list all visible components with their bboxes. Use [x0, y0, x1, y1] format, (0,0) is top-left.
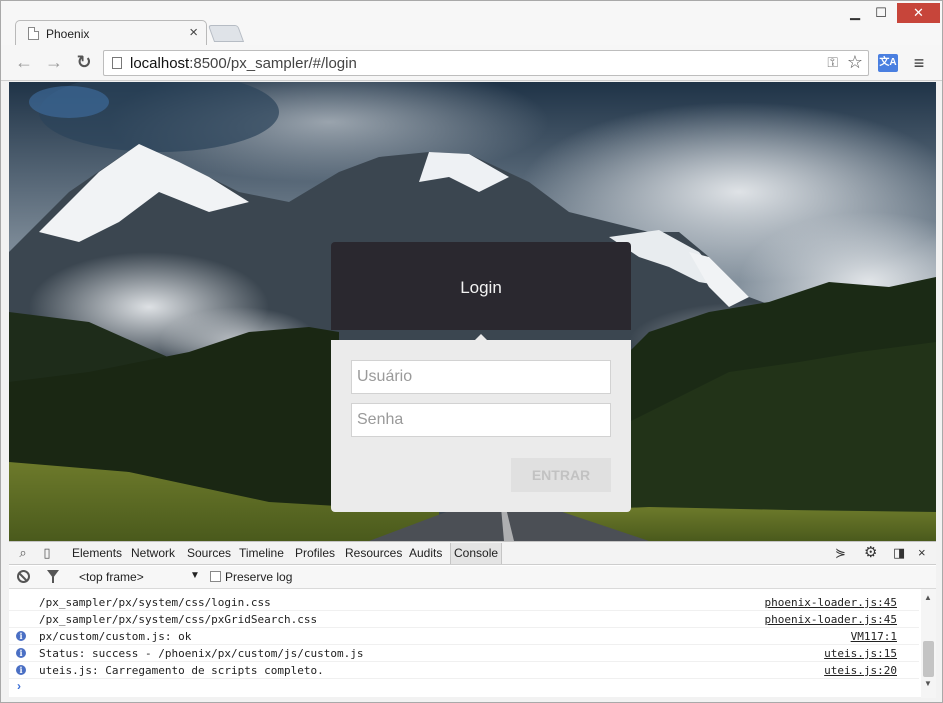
scrollbar-thumb[interactable]: [923, 641, 934, 677]
key-icon[interactable]: ⚿: [827, 54, 838, 71]
console-prompt-icon[interactable]: ›: [17, 679, 21, 693]
close-window-button[interactable]: ✕: [897, 3, 940, 23]
address-bar[interactable]: localhost:8500/px_sampler/#/login ⚿ ☆: [103, 50, 869, 76]
back-arrow-icon[interactable]: ←: [13, 51, 35, 73]
devtools-tab-bar: ⌕ ▯ Elements Network Sources Timeline Pr…: [9, 542, 936, 565]
username-input[interactable]: [351, 360, 611, 394]
dock-side-icon[interactable]: ◨: [893, 545, 905, 561]
close-devtools-icon[interactable]: ×: [918, 545, 926, 560]
url-path: :8500/px_sampler/#/login: [189, 55, 357, 72]
tab-timeline[interactable]: Timeline: [239, 546, 284, 560]
new-tab-button[interactable]: [207, 25, 245, 42]
menu-icon[interactable]: ≡: [909, 53, 929, 73]
title-bar: Phoenix × ▁ ☐ ✕: [1, 1, 942, 46]
url-text: localhost:8500/px_sampler/#/login: [130, 55, 357, 72]
message-source-link[interactable]: phoenix-loader.js:45: [765, 613, 897, 626]
browser-tab[interactable]: Phoenix ×: [15, 20, 207, 46]
maximize-button[interactable]: ☐: [868, 3, 894, 23]
message-source-link[interactable]: uteis.js:15: [824, 647, 897, 660]
scroll-down-arrow-icon[interactable]: ▼: [924, 679, 932, 688]
tab-audits[interactable]: Audits: [409, 546, 442, 560]
preserve-log-checkbox[interactable]: [210, 571, 221, 582]
console-message: /px_sampler/px/system/css/pxGridSearch.c…: [9, 611, 919, 628]
tab-network[interactable]: Network: [131, 546, 175, 560]
browser-toolbar: ← → ↻ localhost:8500/px_sampler/#/login …: [1, 45, 942, 81]
tab-profiles[interactable]: Profiles: [295, 546, 335, 560]
console-message: i Status: success - /phoenix/px/custom/j…: [9, 645, 919, 662]
reload-icon[interactable]: ↻: [73, 51, 95, 73]
minimize-button[interactable]: ▁: [843, 3, 867, 23]
message-source-link[interactable]: phoenix-loader.js:45: [765, 596, 897, 609]
forward-arrow-icon[interactable]: →: [43, 51, 65, 73]
login-title: Login: [460, 278, 502, 297]
tab-close-icon[interactable]: ×: [189, 24, 198, 41]
url-host: localhost: [130, 55, 190, 72]
translate-icon[interactable]: 文A: [878, 54, 898, 72]
message-source-link[interactable]: VM117:1: [851, 630, 897, 643]
console-message: i px/custom/custom.js: ok VM117:1: [9, 628, 919, 645]
console-messages: /px_sampler/px/system/css/login.css phoe…: [9, 589, 919, 698]
info-icon: i: [16, 631, 26, 641]
page-icon: [112, 57, 122, 69]
clear-console-icon[interactable]: [17, 570, 30, 583]
preserve-log-label: Preserve log: [225, 570, 293, 584]
filter-funnel-icon[interactable]: [47, 570, 59, 583]
devtools-panel: ⌕ ▯ Elements Network Sources Timeline Pr…: [9, 541, 936, 698]
dropdown-arrow-icon[interactable]: ▼: [190, 570, 200, 581]
browser-window: Phoenix × ▁ ☐ ✕ ← → ↻ localhost:8500/px_…: [0, 0, 943, 703]
tab-sources[interactable]: Sources: [187, 546, 231, 560]
execute-context-icon[interactable]: ⋟: [835, 545, 846, 561]
device-mode-icon[interactable]: ▯: [39, 545, 55, 561]
message-text: Status: success - /phoenix/px/custom/js/…: [39, 647, 364, 660]
login-card: Login ENTRAR: [331, 242, 631, 512]
tab-resources[interactable]: Resources: [345, 546, 402, 560]
console-message: i uteis.js: Carregamento de scripts comp…: [9, 662, 919, 679]
login-submit-button[interactable]: ENTRAR: [511, 458, 611, 492]
tab-title: Phoenix: [46, 27, 90, 41]
message-text: /px_sampler/px/system/css/login.css: [39, 596, 271, 609]
password-input[interactable]: [351, 403, 611, 437]
console-filter-bar: <top frame> ▼ Preserve log: [9, 566, 936, 589]
info-icon: i: [16, 648, 26, 658]
tab-console[interactable]: Console: [450, 543, 503, 564]
inspect-search-icon[interactable]: ⌕: [15, 545, 31, 561]
message-text: uteis.js: Carregamento de scripts comple…: [39, 664, 324, 677]
message-source-link[interactable]: uteis.js:20: [824, 664, 897, 677]
page-icon: [28, 27, 39, 40]
message-text: px/custom/custom.js: ok: [39, 630, 192, 643]
console-message: /px_sampler/px/system/css/login.css phoe…: [9, 594, 919, 611]
tab-elements[interactable]: Elements: [72, 546, 122, 560]
page-viewport: Login ENTRAR: [9, 82, 936, 541]
console-scrollbar[interactable]: ▲ ▼: [921, 589, 936, 698]
info-icon: i: [16, 665, 26, 675]
scroll-up-arrow-icon[interactable]: ▲: [924, 593, 932, 602]
login-form: ENTRAR: [331, 340, 631, 512]
message-text: /px_sampler/px/system/css/pxGridSearch.c…: [39, 613, 318, 626]
bookmark-star-icon[interactable]: ☆: [847, 52, 863, 73]
frame-selector[interactable]: <top frame>: [79, 570, 144, 584]
login-header: Login: [331, 242, 631, 330]
settings-gear-icon[interactable]: ⚙: [864, 543, 877, 561]
